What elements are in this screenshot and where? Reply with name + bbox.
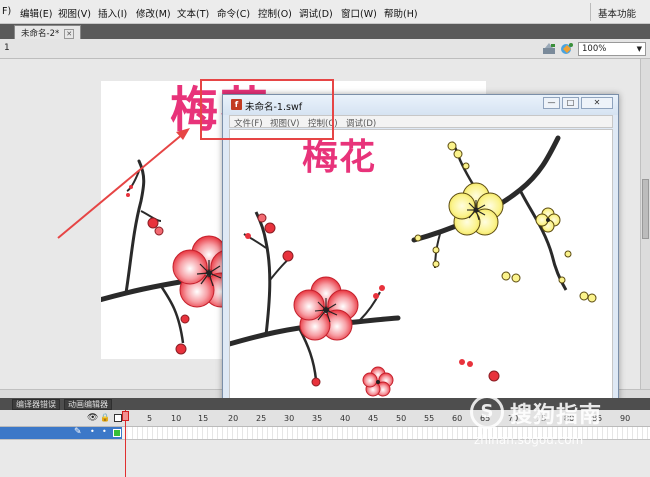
swf-plum-blossom-artwork	[230, 135, 597, 397]
ruler-tick: 55	[424, 414, 435, 423]
menu-debug[interactable]: 调试(D)	[299, 6, 333, 20]
menu-text[interactable]: 文本(T)	[177, 6, 209, 20]
ruler-tick: 60	[452, 414, 463, 423]
ruler-tick: 30	[284, 414, 295, 423]
workspace-switcher[interactable]: 基本功能	[598, 6, 636, 20]
menu-insert[interactable]: 插入(I)	[98, 6, 127, 20]
swf-player-window[interactable]: f 未命名-1.swf — □ ✕ 文件(F) 视图(V) 控制(C) 调试(D…	[222, 94, 619, 410]
lock-dot-icon[interactable]: •	[102, 427, 107, 436]
ruler-tick: 40	[340, 414, 351, 423]
scene-label: 1	[4, 43, 10, 53]
zoom-value: 100%	[582, 44, 607, 54]
edit-scene-icon[interactable]	[560, 42, 574, 55]
document-tab-label: 未命名-2*	[21, 29, 60, 39]
ruler-tick: 35	[312, 414, 323, 423]
menu-commands[interactable]: 命令(C)	[217, 6, 250, 20]
edit-symbols-icon[interactable]	[542, 42, 556, 55]
swf-menu-debug[interactable]: 调试(D)	[346, 117, 376, 129]
menu-separator	[590, 3, 591, 21]
menu-control[interactable]: 控制(O)	[258, 6, 292, 20]
menu-edit[interactable]: 编辑(E)	[20, 6, 52, 20]
document-tab[interactable]: 未命名-2* ✕	[14, 25, 82, 39]
playhead[interactable]	[122, 411, 129, 421]
layer-color-icon[interactable]	[113, 429, 121, 437]
tab-compiler-errors[interactable]: 编译器错误	[12, 399, 60, 410]
chevron-down-icon: ▼	[636, 45, 642, 53]
tab-motion-editor[interactable]: 动画编辑器	[64, 399, 112, 410]
menu-modify[interactable]: 修改(M)	[136, 6, 171, 20]
annotation-highlight-box	[200, 79, 334, 140]
swf-heading-text: 梅花	[302, 137, 377, 178]
ruler-tick: 45	[368, 414, 379, 423]
menu-help[interactable]: 帮助(H)	[384, 6, 418, 20]
edit-bar: 1 100% ▼	[0, 39, 650, 59]
lock-icon[interactable]: 🔒	[100, 413, 110, 422]
ruler-tick: 20	[228, 414, 239, 423]
ruler-tick: 50	[396, 414, 407, 423]
close-icon[interactable]: ✕	[64, 29, 75, 39]
ruler-tick: 5	[147, 414, 153, 423]
sogou-watermark: S 搜狗指南 zhinan.sogou.com	[470, 391, 640, 451]
eye-icon[interactable]: 👁	[87, 413, 98, 423]
maximize-button[interactable]: □	[562, 97, 579, 109]
selected-layer[interactable]: ✎ • •	[0, 427, 122, 439]
close-button[interactable]: ✕	[581, 97, 613, 109]
menu-file[interactable]: F)	[2, 6, 11, 17]
watermark-url: zhinan.sogou.com	[474, 433, 584, 447]
vertical-scrollbar[interactable]	[640, 59, 650, 389]
pencil-icon[interactable]: ✎	[74, 427, 82, 437]
ruler-tick: 15	[198, 414, 209, 423]
visibility-dot-icon[interactable]: •	[90, 427, 95, 436]
menu-window[interactable]: 窗口(W)	[341, 6, 377, 20]
zoom-select[interactable]: 100% ▼	[578, 42, 646, 56]
sogou-logo-icon: S	[470, 395, 504, 429]
document-tab-strip: 未命名-2* ✕	[0, 24, 650, 39]
menu-bar: F) 编辑(E) 视图(V) 插入(I) 修改(M) 文本(T) 命令(C) 控…	[0, 0, 650, 24]
ruler-tick: 25	[256, 414, 267, 423]
ruler-tick: 10	[171, 414, 182, 423]
outline-icon[interactable]	[114, 414, 122, 422]
minimize-button[interactable]: —	[543, 97, 560, 109]
scroll-thumb[interactable]	[642, 179, 649, 239]
swf-canvas[interactable]: 梅花	[229, 129, 613, 403]
watermark-name: 搜狗指南	[510, 403, 603, 428]
menu-view[interactable]: 视图(V)	[58, 6, 91, 20]
